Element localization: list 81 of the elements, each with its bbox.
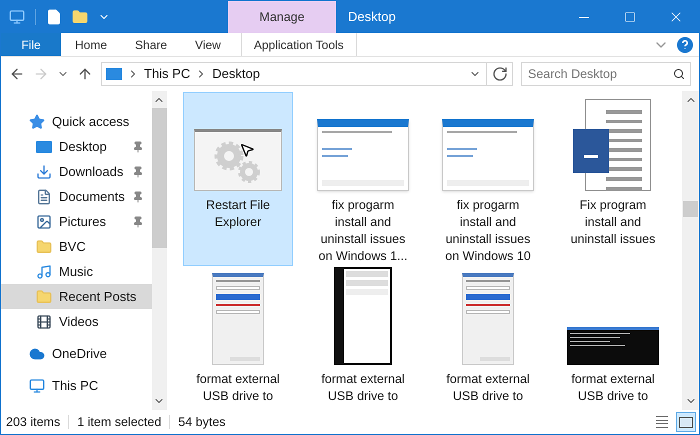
sidebar-scrollbar[interactable]	[152, 91, 167, 410]
sidebar-item[interactable]: OneDrive	[1, 341, 152, 366]
help-icon[interactable]	[677, 36, 693, 52]
word-document-icon	[573, 99, 653, 191]
sidebar-item[interactable]: This PC	[1, 373, 152, 398]
scrollbar-thumb[interactable]	[683, 201, 698, 217]
context-tab-header: Manage	[228, 1, 336, 33]
address-bar[interactable]: This PC Desktop	[101, 62, 513, 86]
status-text: 1 item selected	[77, 414, 162, 431]
sidebar-label: Downloads	[59, 162, 124, 181]
window-icon[interactable]	[9, 9, 25, 25]
file-name: fix progarm install and uninstall issues on Windows 10	[444, 197, 532, 265]
sidebar-label: Documents	[59, 188, 125, 206]
sidebar-label: Videos	[59, 312, 100, 331]
file-item[interactable]: fix progarm install and uninstall issues on Windows 1...	[308, 92, 418, 266]
document-icon	[36, 188, 52, 204]
large-icons-view-button[interactable]	[676, 412, 696, 432]
breadcrumb[interactable]: Desktop	[212, 64, 260, 84]
film-icon	[36, 314, 52, 330]
status-text: 54 bytes	[178, 414, 226, 431]
computer-icon	[106, 68, 122, 80]
file-name: format external USB drive to	[320, 371, 406, 405]
sidebar-label: Pictures	[59, 212, 107, 231]
properties-icon[interactable]	[46, 9, 62, 25]
file-item[interactable]: format external USB drive to	[558, 266, 668, 410]
sidebar-item[interactable]: Pictures	[1, 209, 152, 234]
file-item[interactable]: Fix program install and uninstall issues	[558, 92, 668, 266]
maximize-icon	[624, 11, 636, 23]
ribbon-tab[interactable]: Home	[61, 33, 122, 56]
sidebar-item[interactable]: Documents	[1, 184, 152, 209]
file-name: format external USB drive to	[195, 371, 281, 405]
star-icon	[29, 114, 45, 130]
minimize-icon	[579, 16, 589, 18]
scrollbar-thumb[interactable]	[152, 108, 167, 248]
sidebar-label: BVC	[59, 238, 87, 256]
file-item[interactable]: fix progarm install and uninstall issues on Windows 10	[433, 92, 543, 266]
sidebar-item[interactable]: Downloads	[1, 159, 152, 184]
file-item[interactable]: format external USB drive to	[433, 266, 543, 410]
sidebar-item[interactable]: Desktop	[1, 134, 152, 159]
window-title: Desktop	[348, 8, 396, 26]
file-name: Restart File Explorer	[205, 197, 271, 231]
status-text: 203 items	[6, 414, 60, 431]
file-name: Fix program install and uninstall issues	[570, 197, 656, 248]
sidebar-label: Desktop	[59, 138, 108, 156]
file-item[interactable]: Restart File Explorer	[183, 92, 293, 266]
folder-icon[interactable]	[72, 9, 88, 25]
breadcrumb[interactable]: This PC	[144, 64, 190, 84]
sidebar-item[interactable]: Videos	[1, 309, 152, 334]
sidebar-label: OneDrive	[52, 344, 108, 363]
desktop-icon	[36, 140, 52, 152]
folder-icon	[36, 238, 52, 254]
search-icon[interactable]	[673, 68, 685, 80]
file-item[interactable]: format external USB drive to	[308, 266, 418, 410]
sidebar-item[interactable]: Recent Posts	[1, 284, 152, 309]
sidebar-label: Quick access	[52, 112, 130, 131]
sidebar-item[interactable]: Music	[1, 259, 152, 284]
file-name: format external USB drive to	[445, 371, 531, 405]
ribbon-tab[interactable]: Application Tools	[240, 33, 357, 56]
ribbon-tab[interactable]: View	[181, 33, 235, 56]
sidebar-item[interactable]: BVC	[1, 234, 152, 259]
ribbon-tab[interactable]: Share	[121, 33, 182, 56]
cloud-icon	[29, 346, 45, 362]
folder-icon	[36, 288, 52, 304]
sidebar-label: Recent Posts	[59, 288, 138, 306]
file-name: fix progarm install and uninstall issues on Windows 1...	[318, 197, 408, 265]
download-icon	[36, 164, 52, 180]
refresh-icon[interactable]	[492, 66, 508, 82]
content-scrollbar[interactable]	[682, 91, 699, 410]
back-icon[interactable]	[9, 66, 25, 82]
search-field[interactable]: Search Desktop	[521, 62, 691, 86]
sidebar-label: This PC	[52, 376, 100, 395]
sidebar-item[interactable]: Quick access	[1, 109, 152, 134]
music-note-icon	[36, 264, 52, 280]
up-icon[interactable]	[77, 66, 93, 82]
ribbon-tab[interactable]: File	[1, 33, 61, 56]
computer-icon	[29, 378, 45, 394]
file-name: format external USB drive to	[570, 371, 656, 405]
sidebar-label: Music	[59, 262, 94, 281]
mouse-cursor-icon	[239, 142, 255, 158]
file-item[interactable]: format external USB drive to	[183, 266, 293, 410]
picture-icon	[36, 214, 52, 230]
